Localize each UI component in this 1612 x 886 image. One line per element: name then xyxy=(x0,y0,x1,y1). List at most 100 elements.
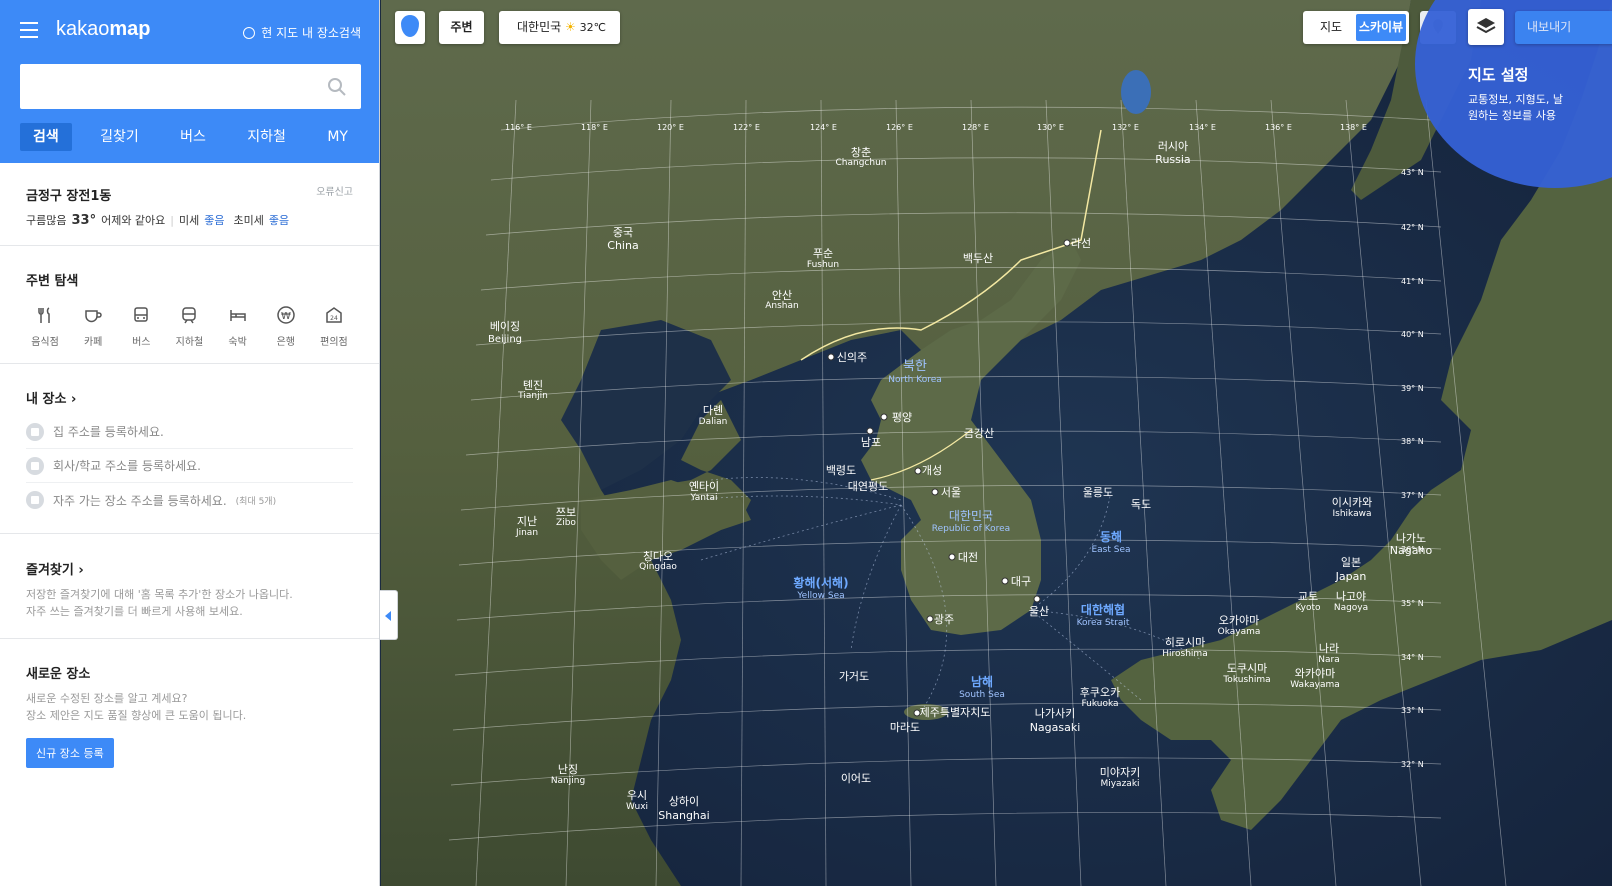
weather-row: 구름많음 33° 어제와 같아요 | 미세 좋음 초미세 좋음 xyxy=(26,212,353,228)
place-item-label: 회사/학교 주소를 등록하세요. xyxy=(53,459,201,473)
satellite-map[interactable]: 116° E 118° E 120° E 122° E 124° E 126° … xyxy=(381,0,1612,886)
weather-location: 금정구 장전1동 xyxy=(26,189,112,204)
city-label-en: Hiroshima xyxy=(1162,649,1207,659)
city-label: 이시카와 xyxy=(1332,496,1372,509)
sea-label: 동해 xyxy=(1100,530,1122,544)
place-item-sub: (최대 5개) xyxy=(235,496,277,507)
lat-label: 43° N xyxy=(1401,168,1424,177)
map-type-skyview[interactable]: 스카이뷰 xyxy=(1356,14,1406,41)
pm10-value: 좋음 xyxy=(204,214,225,227)
map-type-roadmap[interactable]: 지도 xyxy=(1306,14,1356,41)
tab-subway[interactable]: 지하철 xyxy=(234,123,299,151)
lat-label: 34° N xyxy=(1401,653,1424,662)
menu-icon[interactable] xyxy=(20,22,38,38)
city-marker xyxy=(913,709,921,717)
my-location-button[interactable] xyxy=(395,11,425,44)
search-input[interactable] xyxy=(20,64,310,109)
city-label: 울릉도 xyxy=(1083,486,1113,499)
city-marker xyxy=(1033,595,1041,603)
city-label-en: Ishikawa xyxy=(1333,509,1372,519)
layers-icon xyxy=(1476,18,1496,34)
tab-search[interactable]: 검색 xyxy=(20,123,72,151)
category-label: 카페 xyxy=(83,337,103,348)
search-icon[interactable] xyxy=(327,77,347,97)
category-bank[interactable]: ₩ 은행 xyxy=(267,301,305,348)
weather-temperature: 32℃ xyxy=(579,21,606,34)
new-place-section: 새로운 장소 새로운 수정된 장소를 알고 계세요? 장소 제안은 지도 품질 … xyxy=(0,639,379,768)
area-search-toggle[interactable]: 현 지도 내 장소검색 xyxy=(243,24,361,41)
map-settings-desc-line: 교통정보, 지형도, 날 xyxy=(1468,93,1563,106)
city-label: 상하이 xyxy=(669,794,699,808)
city-label-en: Jinan xyxy=(515,528,538,538)
city-label: 개성 xyxy=(922,464,942,477)
export-button[interactable]: 내보내기 xyxy=(1515,11,1612,44)
lon-label: 132° E xyxy=(1112,123,1139,132)
radio-icon xyxy=(243,26,256,39)
category-hotel[interactable]: 숙박 xyxy=(219,301,257,348)
frequent-address-item[interactable]: 자주 가는 장소 주소를 등록하세요. (최대 5개) xyxy=(26,483,353,517)
my-places-link[interactable]: 내 장소 › xyxy=(26,388,353,407)
lon-label: 124° E xyxy=(810,123,837,132)
category-label: 은행 xyxy=(276,337,295,348)
category-convenience-store[interactable]: 24 편의점 xyxy=(315,301,353,348)
city-label: 교토 xyxy=(1298,590,1318,603)
sidebar: kakaomap 현 지도 내 장소검색 검색 길찾기 버스 지하철 MY 금정… xyxy=(0,0,380,886)
tab-bus[interactable]: 버스 xyxy=(167,123,219,151)
city-label: 나가사키 xyxy=(1035,707,1075,720)
city-label: 신의주 xyxy=(837,351,867,364)
category-bus[interactable]: 버스 xyxy=(122,301,160,348)
city-label: 와카야마 xyxy=(1295,667,1335,680)
my-places-title: 내 장소 xyxy=(26,392,67,407)
work-address-item[interactable]: 회사/학교 주소를 등록하세요. xyxy=(26,449,353,483)
map-weather-button[interactable]: 대한민국 ☀ 32℃ xyxy=(499,11,620,44)
lon-label: 128° E xyxy=(962,123,989,132)
lon-label: 120° E xyxy=(657,123,684,132)
my-places-section: 내 장소 › 집 주소를 등록하세요. 회사/학교 주소를 등록하세요. 자주 … xyxy=(0,364,379,534)
city-label-en: Fukuoka xyxy=(1081,699,1118,709)
convenience-store-icon: 24 xyxy=(320,301,348,329)
city-label: 히로시마 xyxy=(1165,635,1205,649)
weather-section: 금정구 장전1동 오류신고 구름많음 33° 어제와 같아요 | 미세 좋음 초… xyxy=(0,163,379,246)
map-settings-desc: 교통정보, 지형도, 날 원하는 정보를 사용 xyxy=(1468,92,1612,124)
collapse-sidebar-button[interactable] xyxy=(380,590,398,640)
svg-text:24: 24 xyxy=(330,315,338,322)
city-label: 남포 xyxy=(861,436,881,449)
tab-my[interactable]: MY xyxy=(314,123,361,151)
bus-icon xyxy=(127,301,155,329)
city-label: 러시아 xyxy=(1158,140,1188,153)
chevron-right-icon: › xyxy=(78,563,84,578)
lon-label: 116° E xyxy=(505,123,532,132)
subway-icon xyxy=(175,301,203,329)
weather-compare: 어제와 같아요 xyxy=(101,214,166,227)
category-cafe[interactable]: 카페 xyxy=(74,301,112,348)
favorites-link[interactable]: 즐겨찾기 › xyxy=(26,559,353,578)
category-subway[interactable]: 지하철 xyxy=(170,301,208,348)
lat-label: 33° N xyxy=(1401,706,1424,715)
nearby-categories: 음식점 카페 버스 지하철 숙박 ₩ 은행 24 편의점 xyxy=(26,301,353,348)
kakaomap-logo[interactable]: kakaomap xyxy=(56,18,151,41)
new-place-desc: 새로운 수정된 장소를 알고 계세요? 장소 제안은 지도 품질 향상에 큰 도… xyxy=(26,690,353,724)
city-label: 북한 xyxy=(903,359,927,374)
report-error-link[interactable]: 오류신고 xyxy=(316,183,353,198)
sea-label-en: Yellow Sea xyxy=(796,591,844,601)
tab-directions[interactable]: 길찾기 xyxy=(87,123,152,151)
home-address-item[interactable]: 집 주소를 등록하세요. xyxy=(26,415,353,449)
city-marker xyxy=(931,488,939,496)
weather-region: 대한민국 xyxy=(517,20,562,34)
nearby-button[interactable]: 주변 xyxy=(439,11,484,44)
city-label: 나라 xyxy=(1319,642,1339,655)
city-label: 대전 xyxy=(958,551,978,564)
city-label: 나고야 xyxy=(1336,590,1366,603)
city-label-en: Zibo xyxy=(556,518,576,528)
map-layers-button[interactable] xyxy=(1468,9,1504,45)
city-label-en: Anshan xyxy=(765,301,798,311)
city-label: 도쿠시마 xyxy=(1227,662,1267,675)
city-label-en: Nagoya xyxy=(1334,603,1368,613)
sea-label: 남해 xyxy=(971,674,993,689)
city-marker xyxy=(880,413,888,421)
new-place-button[interactable]: 신규 장소 등록 xyxy=(26,738,114,768)
lon-label: 118° E xyxy=(581,123,608,132)
city-label-en: Wakayama xyxy=(1290,680,1340,690)
category-restaurant[interactable]: 음식점 xyxy=(26,301,64,348)
city-label: 난징 xyxy=(558,763,578,776)
